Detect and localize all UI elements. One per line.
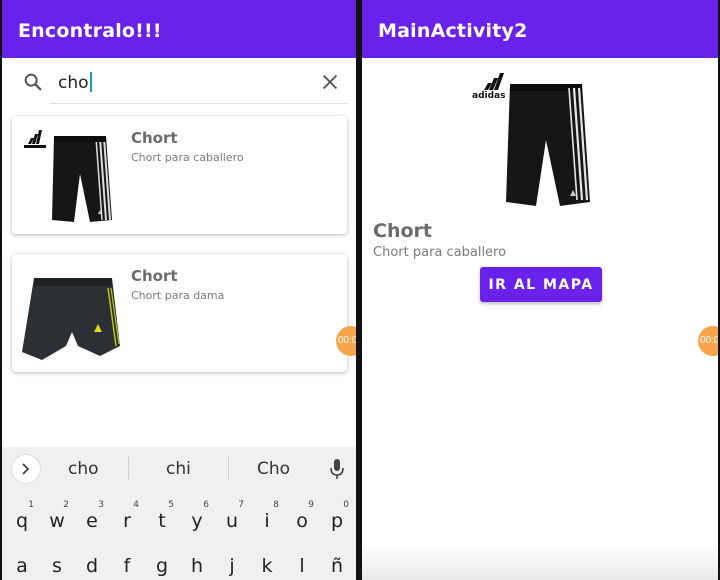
divider [228,457,229,479]
key-s[interactable]: s [42,545,72,579]
adidas-logo-icon: adidas [472,73,505,101]
key-char: y [191,510,203,532]
key-w[interactable]: 2w [42,500,72,534]
card-title: Chort [131,129,178,147]
key-y[interactable]: 6y [182,500,212,534]
key-r[interactable]: 4r [112,500,142,534]
suggestion-item[interactable]: Cho [257,459,290,479]
key-char: k [261,555,273,577]
nav-area [362,545,718,580]
key-q[interactable]: 1q [7,500,37,534]
key-o[interactable]: 9o [287,500,317,534]
key-i[interactable]: 8i [252,500,282,534]
product-subtitle: Chort para caballero [373,245,507,260]
key-char: u [225,510,239,532]
key-char: s [52,555,62,577]
key-char: r [123,510,131,532]
key-l[interactable]: l [287,545,317,579]
key-char: ñ [330,555,344,577]
suggestion-bar: cho chi Cho [2,447,356,491]
key-d[interactable]: d [77,545,107,579]
expand-arrow-icon[interactable] [12,455,40,483]
key-char: i [264,510,270,532]
key-h[interactable]: h [182,545,212,579]
key-char: h [190,555,204,577]
result-card[interactable]: Chort Chort para caballero [12,116,347,234]
key-char: e [86,510,98,532]
key-u[interactable]: 7u [217,500,247,534]
key-p[interactable]: 0p [322,500,352,534]
suggestion-item[interactable]: chi [166,459,191,479]
go-to-map-button[interactable]: IR AL MAPA [480,267,602,302]
product-title: Chort [373,220,432,242]
key-char: f [123,555,131,577]
search-input[interactable]: cho [58,72,92,93]
app-title: MainActivity2 [378,20,528,42]
key-j[interactable]: j [217,545,247,579]
key-char: t [158,510,166,532]
search-underline [50,103,348,104]
close-icon[interactable] [319,71,341,93]
key-char: q [15,510,29,532]
timer-bubble[interactable]: 00:0 [698,326,718,356]
key-a[interactable]: a [7,545,37,579]
key-number: 2 [63,500,69,510]
key-number: 5 [168,500,174,510]
app-bar: Encontralo!!! [2,0,356,58]
product-image-shorts-dark [22,278,120,360]
microphone-icon[interactable] [328,458,346,480]
key-number: 6 [203,500,209,510]
key-number: 9 [308,500,314,510]
card-subtitle: Chort para dama [131,289,225,302]
key-f[interactable]: f [112,545,142,579]
divider [128,457,129,479]
key-t[interactable]: 5t [147,500,177,534]
soft-keyboard: cho chi Cho 1q 2w 3e 4r 5t 6y 7u 8i 9o 0… [2,447,356,580]
svg-text:adidas: adidas [472,91,505,101]
key-g[interactable]: g [147,545,177,579]
key-number: 1 [28,500,34,510]
key-number: 4 [133,500,139,510]
result-card[interactable]: Chort Chort para dama [12,254,347,372]
key-e[interactable]: 3e [77,500,107,534]
product-image-shorts-black [24,130,112,222]
adidas-logo-icon [24,130,46,148]
card-subtitle: Chort para caballero [131,151,244,164]
key-char: a [16,555,28,577]
key-char: o [296,510,308,532]
product-image-shorts-black: adidas [472,73,590,206]
card-title: Chort [131,267,178,285]
app-bar: MainActivity2 [362,0,718,58]
key-number: 0 [343,500,349,510]
text-caret [89,72,92,92]
search-screen: Encontralo!!! cho Chort Chort para cabal… [2,0,356,580]
key-char: w [49,510,65,532]
suggestion-item[interactable]: cho [68,459,99,479]
key-number: 3 [98,500,104,510]
key-char: j [229,555,235,577]
key-char: g [155,555,169,577]
detail-screen: MainActivity2 adidas Chort Chort para ca… [362,0,718,580]
key-char: p [330,510,344,532]
key-char: l [299,555,305,577]
search-icon[interactable] [22,71,44,93]
key-number: 8 [273,500,279,510]
key-char: d [85,555,99,577]
key-number: 7 [238,500,244,510]
key-enye[interactable]: ñ [322,545,352,579]
search-input-value: cho [58,73,89,93]
key-k[interactable]: k [252,545,282,579]
app-title: Encontralo!!! [18,20,162,42]
